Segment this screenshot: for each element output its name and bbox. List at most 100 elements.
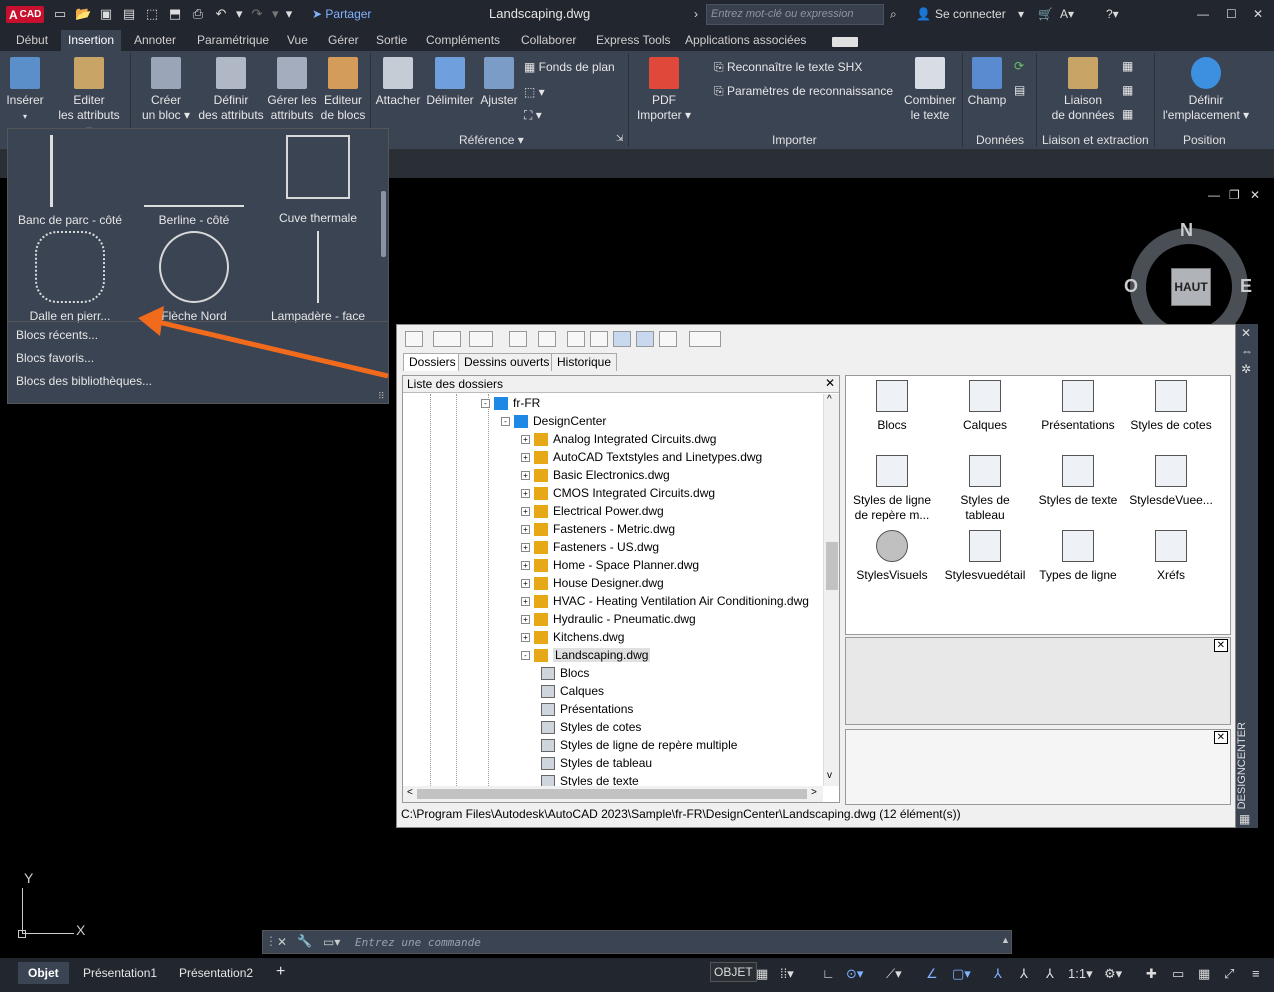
object-snap-icon[interactable]: ▢▾ — [952, 966, 971, 982]
units-icon[interactable]: ▦ — [1198, 966, 1210, 982]
tree-node[interactable]: + AutoCAD Textstyles and Linetypes.dwg — [521, 448, 762, 466]
palette-autohide-icon[interactable]: ⇔ — [1241, 344, 1253, 358]
command-close-icon[interactable]: ✕ — [277, 935, 287, 949]
description-close-icon[interactable]: ✕ — [1213, 731, 1228, 744]
autodesk-app-icon[interactable]: A▾ — [1060, 7, 1074, 21]
search-icon[interactable] — [538, 331, 556, 347]
extract-data-icon[interactable]: ▦ — [1122, 59, 1133, 73]
collapse-icon[interactable]: - — [521, 651, 530, 661]
gallery-item-stone-slab[interactable]: Dalle en pierr... — [10, 231, 130, 323]
insert-button[interactable]: Insérer ▾ — [4, 57, 46, 124]
palette-close-icon[interactable]: ✕ — [1241, 326, 1251, 340]
tree-vertical-scrollbar[interactable]: ^ v — [823, 394, 839, 786]
undo-dropdown-icon[interactable]: ▾ — [236, 6, 243, 22]
content-item-table-styles[interactable]: Styles de tableau — [939, 455, 1031, 523]
content-item-text-styles[interactable]: Styles de texte — [1032, 455, 1124, 508]
frames-dropdown[interactable]: ⬚ ▾ — [524, 85, 545, 99]
ribbon-minimize-icon[interactable] — [832, 37, 858, 47]
define-attributes-button[interactable]: Définir des attributs — [198, 57, 264, 123]
tree-node-category[interactable]: Styles de tableau — [541, 754, 652, 772]
folder-list-close-icon[interactable]: ✕ — [825, 376, 835, 390]
isodraft-icon[interactable]: ⟋▾ — [886, 966, 902, 982]
expand-icon[interactable]: + — [521, 507, 530, 517]
adjust-button[interactable]: Ajuster — [478, 57, 520, 108]
fields-list-icon[interactable]: ▤ — [1014, 83, 1025, 97]
gallery-item-sedan[interactable]: Berline - côté — [134, 135, 254, 227]
content-item-blocks[interactable]: Blocs — [846, 380, 938, 433]
new-icon[interactable]: ▭ — [52, 6, 68, 22]
update-fields-icon[interactable]: ⟳ — [1014, 59, 1024, 73]
recognize-shx-button[interactable]: ⎘ Reconnaître le texte SHX — [714, 60, 862, 75]
clean-screen-icon[interactable]: ⤢ — [1224, 966, 1234, 982]
recognition-settings-button[interactable]: ⎘ Paramètres de reconnaissance — [714, 84, 893, 99]
content-item-linetypes[interactable]: Types de ligne — [1032, 530, 1124, 583]
command-input[interactable]: Entrez une commande — [355, 936, 481, 949]
search-input[interactable]: Entrez mot-clé ou expression — [706, 4, 884, 25]
viewport-minimize-icon[interactable]: — — [1208, 188, 1220, 202]
scroll-down-icon[interactable]: v — [827, 770, 832, 781]
tree-node[interactable]: - DesignCenter — [501, 412, 606, 430]
tree-node[interactable]: + Basic Electronics.dwg — [521, 466, 670, 484]
preview-toggle-icon[interactable] — [636, 331, 654, 347]
tab-history[interactable]: Historique — [551, 353, 618, 371]
tab-view[interactable]: Vue — [287, 33, 308, 47]
tab-output[interactable]: Sortie — [376, 33, 407, 47]
edit-attributes-button[interactable]: Editerles attributs ▾ — [54, 57, 124, 138]
compass-east[interactable]: E — [1240, 276, 1252, 297]
content-item-multileader-styles[interactable]: Styles de ligne de repère m... — [846, 455, 938, 523]
expand-icon[interactable]: + — [521, 435, 530, 445]
annotation-scale-value[interactable]: 1:1▾ — [1068, 966, 1093, 982]
open-web-icon[interactable]: ⬚ — [144, 6, 160, 22]
collapse-icon[interactable]: - — [481, 399, 490, 409]
tree-hscroll-thumb[interactable] — [417, 789, 807, 799]
forward-icon[interactable] — [469, 331, 493, 347]
tree-node[interactable]: + House Designer.dwg — [521, 574, 664, 592]
viewport-restore-icon[interactable]: ❐ — [1229, 188, 1240, 202]
expand-icon[interactable]: + — [521, 543, 530, 553]
views-dropdown-icon[interactable] — [689, 331, 721, 347]
expand-icon[interactable]: + — [521, 453, 530, 463]
user-icon[interactable]: 👤 — [916, 7, 931, 21]
create-block-button[interactable]: Créer un bloc ▾ — [138, 57, 194, 123]
annotation-visibility-icon[interactable]: ⅄ — [994, 966, 1002, 982]
save-as-icon[interactable]: ▤ — [121, 6, 137, 22]
compass-north[interactable]: N — [1180, 220, 1193, 241]
combine-text-button[interactable]: Combiner le texte — [900, 57, 960, 123]
tab-addins[interactable]: Compléments — [426, 33, 500, 47]
scroll-up-icon[interactable]: ^ — [827, 394, 832, 405]
tree-node[interactable]: + HVAC - Heating Ventilation Air Conditio… — [521, 592, 809, 610]
close-icon[interactable]: ✕ — [1253, 7, 1263, 21]
expand-icon[interactable]: + — [521, 633, 530, 643]
favorite-blocks-menu-item[interactable]: Blocs favoris... — [16, 351, 94, 365]
scroll-right-icon[interactable]: > — [811, 787, 817, 798]
command-prompt-icon[interactable]: ▭▾ — [323, 935, 340, 949]
sign-in-button[interactable]: Se connecter — [935, 7, 1006, 21]
command-history-icon[interactable]: ▲ — [1001, 935, 1010, 945]
annotation-scale-icon[interactable]: ⅄ — [1046, 966, 1054, 982]
maximize-icon[interactable]: ☐ — [1226, 7, 1237, 21]
set-location-button[interactable]: Définir l'emplacement ▾ — [1162, 57, 1250, 123]
underlay-button[interactable]: ▦ Fonds de plan — [524, 60, 615, 74]
plot-icon[interactable]: ⎙ — [190, 6, 206, 22]
content-item-dimension-styles[interactable]: Styles de cotes — [1125, 380, 1217, 433]
tree-node[interactable]: + CMOS Integrated Circuits.dwg — [521, 484, 715, 502]
tree-node[interactable]: - Landscaping.dwg — [521, 646, 651, 664]
tab-home[interactable]: Début — [16, 33, 48, 47]
minimize-icon[interactable]: — — [1197, 7, 1209, 21]
attach-button[interactable]: Attacher — [374, 57, 422, 108]
expand-icon[interactable]: + — [521, 525, 530, 535]
content-item-visual-styles[interactable]: StylesVisuels — [846, 530, 938, 583]
description-toggle-icon[interactable] — [659, 331, 677, 347]
tab-folders[interactable]: Dossiers — [403, 353, 462, 371]
model-space-button[interactable]: OBJET — [710, 962, 757, 982]
tree-node-category[interactable]: Calques — [541, 682, 604, 700]
save-web-icon[interactable]: ⬒ — [167, 6, 183, 22]
tree-node[interactable]: + Hydraulic - Pneumatic.dwg — [521, 610, 696, 628]
polar-icon[interactable]: ⊙▾ — [846, 966, 863, 982]
open-icon[interactable]: 📂 — [75, 6, 91, 22]
block-editor-button[interactable]: Editeur de blocs — [320, 57, 366, 123]
back-icon[interactable] — [433, 331, 461, 347]
tree-scroll-thumb[interactable] — [826, 542, 838, 590]
expand-icon[interactable]: + — [521, 561, 530, 571]
upload-data-icon[interactable]: ▦ — [1122, 83, 1133, 97]
